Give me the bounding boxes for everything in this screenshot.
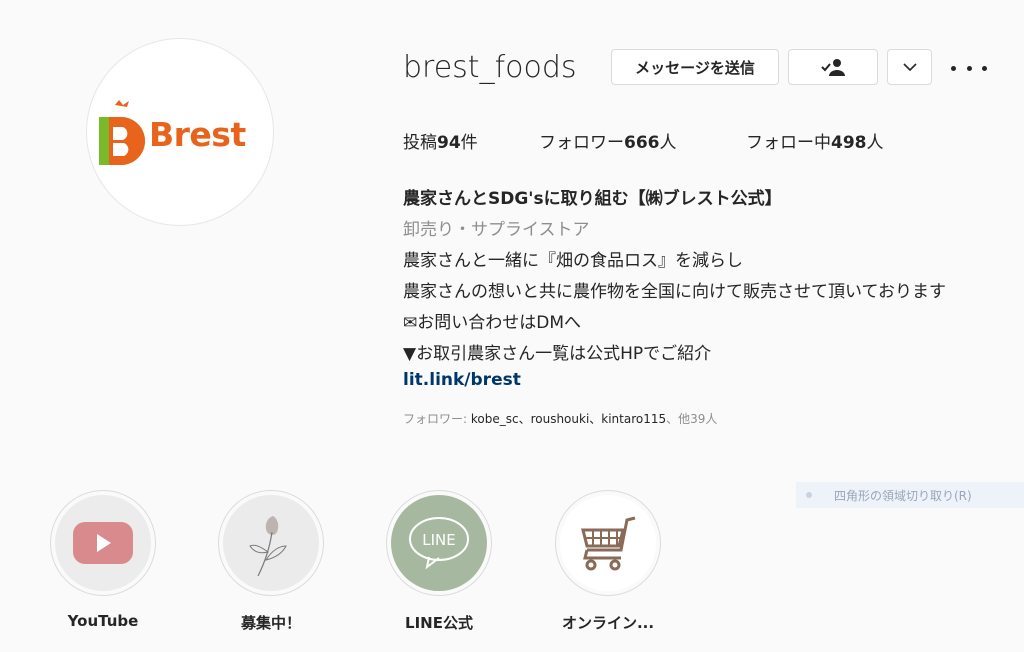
brest-logo-icon	[99, 100, 145, 165]
snipping-tool-tooltip: 四角形の領域切り取り(R)	[796, 482, 1024, 508]
shopping-cart-icon	[581, 516, 636, 571]
brand-logo-text: Brest	[149, 115, 246, 154]
bio-line: ✉お問い合わせはDMへ	[403, 313, 582, 333]
bio-line: 農家さんの想いと共に農作物を全国に向けて販売させて頂いております	[403, 282, 946, 302]
profile-username: brest_foods	[403, 50, 577, 85]
person-check-icon	[821, 59, 845, 76]
highlight-youtube[interactable]: YouTube	[50, 490, 156, 630]
svg-text:LINE: LINE	[422, 531, 455, 549]
tulip-icon	[249, 516, 287, 577]
highlight-label: YouTube	[67, 612, 139, 630]
bio-line: 農家さんと一緒に『畑の食品ロス』を減らし	[403, 251, 743, 271]
following-count[interactable]: フォロー中498人	[746, 128, 884, 153]
more-dots-icon[interactable]	[951, 58, 987, 78]
youtube-icon	[73, 522, 133, 564]
highlight-online-store[interactable]: オンライン...	[555, 490, 661, 632]
followed-by[interactable]: フォロワー: kobe_sc、roushouki、kintaro115、他39人	[403, 410, 717, 427]
highlight-recruiting[interactable]: 募集中！	[218, 490, 324, 632]
suggested-dropdown-button[interactable]	[887, 49, 932, 85]
chevron-down-icon	[902, 63, 917, 71]
bio-display-name: 農家さんとSDG'sに取り組む【㈱ブレスト公式】	[403, 189, 782, 209]
highlight-line-official[interactable]: LINE LINE公式	[386, 490, 492, 632]
following-button[interactable]	[788, 49, 878, 85]
bio-line: ▼お取引農家さん一覧は公式HPでご紹介	[403, 344, 712, 364]
posts-count: 投稿94件	[403, 133, 478, 153]
bio-category: 卸売り・サプライストア	[403, 220, 590, 240]
bio-link[interactable]: lit.link/brest	[403, 370, 521, 390]
highlight-label: LINE公式	[405, 614, 473, 632]
line-icon: LINE	[409, 517, 469, 570]
followers-count[interactable]: フォロワー666人	[539, 128, 677, 153]
highlight-label: 募集中！	[240, 614, 301, 632]
profile-avatar[interactable]: Brest	[86, 38, 274, 226]
highlight-label: オンライン...	[561, 614, 655, 632]
send-message-button[interactable]: メッセージを送信	[611, 49, 779, 85]
